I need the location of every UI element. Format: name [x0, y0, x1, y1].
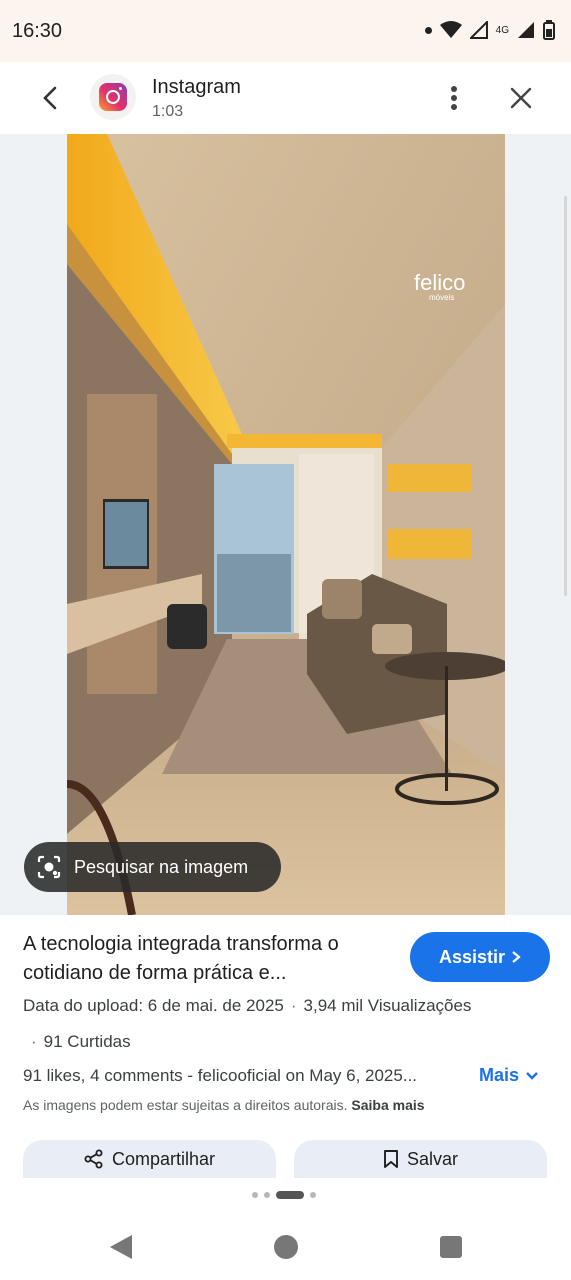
close-button[interactable] — [500, 78, 542, 118]
page-indicator — [252, 1191, 316, 1199]
signal-icon — [518, 22, 534, 38]
more-label: Mais — [479, 1065, 520, 1085]
result-image[interactable]: felico móveis — [67, 134, 505, 915]
instagram-logo-icon — [90, 74, 136, 120]
system-nav-bar — [0, 1215, 571, 1280]
search-chip-label: Pesquisar na imagem — [74, 856, 249, 877]
save-button[interactable]: Salvar — [294, 1140, 547, 1178]
more-options-button[interactable] — [436, 78, 472, 118]
search-in-image-button[interactable]: Pesquisar na imagem — [24, 842, 281, 892]
lens-icon — [37, 855, 61, 879]
scrollbar[interactable] — [564, 196, 567, 596]
app-header: Instagram 1:03 — [0, 62, 571, 134]
watermark-text: felico — [414, 270, 465, 295]
watermark-subtext: móveis — [429, 293, 454, 302]
separator-dot: · — [290, 996, 297, 1015]
status-time: 16:30 — [12, 20, 63, 42]
bookmark-icon — [384, 1150, 398, 1168]
more-vert-icon — [451, 86, 457, 110]
back-arrow-icon — [43, 86, 57, 110]
nav-back-icon[interactable] — [108, 1233, 134, 1261]
dot-icon — [424, 26, 432, 34]
copyright-notice: As imagens podem estar sujeitas a direit… — [23, 1097, 425, 1113]
page-dot — [252, 1192, 258, 1198]
result-description: 91 likes, 4 comments - felicooficial on … — [23, 1066, 418, 1085]
watch-button-label: Assistir — [438, 946, 506, 967]
watch-button[interactable]: Assistir — [410, 932, 550, 982]
likes-info: · 91 Curtidas — [31, 1032, 131, 1052]
battery-icon — [543, 20, 555, 40]
nav-recents-icon[interactable] — [440, 1236, 462, 1258]
image-viewer: felico móveis Pesquisar na imagem — [0, 134, 571, 915]
chevron-right-icon — [512, 951, 521, 963]
result-title[interactable]: A tecnologia integrada transforma o coti… — [23, 930, 403, 988]
separator-dot: · — [31, 1032, 37, 1051]
status-icons: 4G — [424, 20, 555, 40]
save-label: Salvar — [406, 1148, 459, 1169]
header-subtitle: 1:03 — [152, 103, 184, 120]
wifi-icon — [439, 21, 462, 38]
page-dot — [310, 1192, 316, 1198]
signal-icon — [469, 21, 488, 39]
result-title-line1: A tecnologia integrada transforma o — [23, 933, 339, 955]
copyright-text: As imagens podem estar sujeitas a direit… — [23, 1097, 348, 1113]
chevron-down-icon — [526, 1071, 538, 1080]
nav-home-icon[interactable] — [274, 1235, 298, 1259]
like-count: 91 Curtidas — [43, 1032, 131, 1051]
page-dot-active — [276, 1191, 304, 1199]
share-icon — [84, 1149, 103, 1169]
page-dot — [264, 1192, 270, 1198]
back-button[interactable] — [30, 80, 70, 116]
network-type: 4G — [495, 24, 509, 36]
close-icon — [510, 87, 532, 109]
more-button[interactable]: Mais — [479, 1065, 539, 1086]
header-title: Instagram — [152, 76, 241, 98]
share-label: Compartilhar — [111, 1148, 216, 1169]
view-count: 3,94 mil Visualizações — [303, 996, 472, 1015]
living-room-image: felico móveis — [67, 134, 505, 915]
status-bar: 16:30 4G — [0, 0, 571, 62]
learn-more-link[interactable]: Saiba mais — [351, 1097, 424, 1113]
upload-info: Data do upload: 6 de mai. de 2025 · 3,94 m… — [23, 996, 471, 1016]
upload-date: Data do upload: 6 de mai. de 2025 — [23, 996, 284, 1015]
result-title-line2: cotidiano de forma prática e... — [23, 962, 287, 984]
share-button[interactable]: Compartilhar — [23, 1140, 276, 1178]
